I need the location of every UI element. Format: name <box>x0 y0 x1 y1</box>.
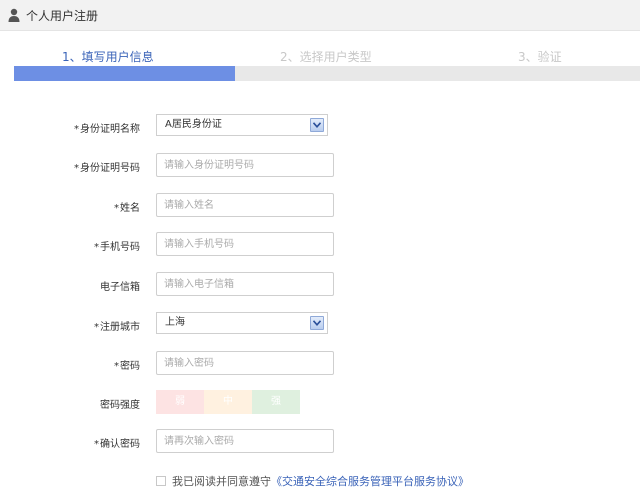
confirm-password-input[interactable] <box>156 429 334 453</box>
row-city: *注册城市 上海 <box>0 312 640 338</box>
agreement-checkbox[interactable] <box>156 476 166 486</box>
id-type-dropdown-button[interactable] <box>310 118 324 132</box>
row-password-strength: 密码强度 弱 中 强 <box>0 390 640 416</box>
strength-weak: 弱 <box>156 390 204 414</box>
confirm-password-label: *确认密码 <box>94 439 140 450</box>
step-choose-type: 2、选择用户类型 <box>280 50 372 64</box>
page-header: 个人用户注册 <box>0 0 640 31</box>
user-icon <box>8 8 20 22</box>
row-name: *姓名 <box>0 193 640 219</box>
password-strength-label: 密码强度 <box>100 400 140 411</box>
registration-steps: 1、填写用户信息 2、选择用户类型 3、验证 <box>14 44 640 84</box>
city-select[interactable]: 上海 <box>156 312 328 334</box>
city-label: *注册城市 <box>94 322 140 333</box>
phone-input[interactable] <box>156 232 334 256</box>
email-label: 电子信箱 <box>100 282 140 293</box>
password-input[interactable] <box>156 351 334 375</box>
id-type-value: A居民身份证 <box>165 119 222 130</box>
name-label: *姓名 <box>114 203 140 214</box>
email-input[interactable] <box>156 272 334 296</box>
row-password: *密码 <box>0 351 640 377</box>
chevron-down-icon <box>313 122 321 128</box>
id-number-label: *身份证明号码 <box>74 163 140 174</box>
id-number-input[interactable] <box>156 153 334 177</box>
progress-fill <box>14 66 235 81</box>
row-confirm-password: *确认密码 <box>0 429 640 455</box>
city-dropdown-button[interactable] <box>310 316 324 330</box>
agreement-link[interactable]: 《交通安全综合服务管理平台服务协议》 <box>271 475 469 488</box>
phone-label: *手机号码 <box>94 242 140 253</box>
strength-strong: 强 <box>252 390 300 414</box>
progress-track <box>14 66 640 81</box>
step-verify: 3、验证 <box>518 50 562 64</box>
city-value: 上海 <box>165 317 185 328</box>
id-type-select[interactable]: A居民身份证 <box>156 114 328 136</box>
agreement-prefix: 我已阅读并同意遵守 <box>172 475 271 488</box>
name-input[interactable] <box>156 193 334 217</box>
row-id-number: *身份证明号码 <box>0 153 640 179</box>
step-fill-info: 1、填写用户信息 <box>62 50 154 64</box>
row-email: 电子信箱 <box>0 272 640 298</box>
row-phone: *手机号码 <box>0 232 640 258</box>
row-id-type: *身份证明名称 A居民身份证 <box>0 114 640 140</box>
password-label: *密码 <box>114 361 140 372</box>
agreement-text: 我已阅读并同意遵守《交通安全综合服务管理平台服务协议》 <box>172 473 469 489</box>
page-title: 个人用户注册 <box>26 9 99 23</box>
strength-medium: 中 <box>204 390 252 414</box>
id-type-label: *身份证明名称 <box>74 124 140 135</box>
chevron-down-icon <box>313 320 321 326</box>
